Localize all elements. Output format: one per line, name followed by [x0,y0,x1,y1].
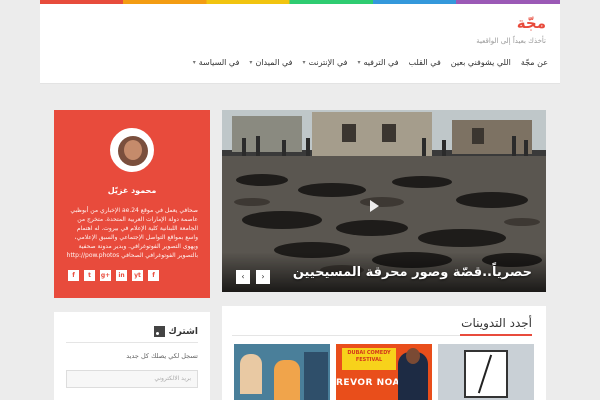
featured-slider[interactable]: حصرياً..قصّة وصور محرقة المسيحيين ‹ › [222,110,546,292]
slide-title[interactable]: حصرياً..قصّة وصور محرقة المسيحيين [293,265,532,280]
main-nav: في السياسة ▾ في الميدان ▾ في الإنترنت ▾ في … [193,58,548,67]
thumb-figure [304,352,328,400]
post-thumbnail[interactable]: DUBAI COMEDY FESTIVAL REVOR NOAH [336,344,432,400]
play-icon[interactable] [370,200,379,212]
thumb-figure [240,354,262,394]
chevron-down-icon: ▾ [357,59,361,66]
nav-label: اللي يشوفني بعين [450,58,511,67]
nav-label: في السياسة [198,58,240,67]
chevron-down-icon: ▾ [249,59,253,66]
site-container: مجّة تأخذك بعيداً إلى الواقعية في السياس… [40,0,560,400]
nav-item-eye[interactable]: اللي يشوفني بعين [451,58,511,67]
nav-item-about[interactable]: عن مجّة [521,58,548,67]
thumb-figure [406,348,420,364]
facebook-icon[interactable]: f [68,270,79,281]
section-title: أجدد التدوينات [461,316,532,330]
nav-label: في الترفيه [363,58,399,67]
google-plus-icon[interactable]: g+ [100,270,111,281]
linkedin-icon[interactable]: in [116,270,127,281]
author-name: محمود غزيّل [107,186,157,195]
avatar-face [124,140,142,160]
nav-label: في الميدان [255,58,293,67]
twitter-icon[interactable]: t [84,270,95,281]
social-links: f t g+ in yt f [68,270,159,281]
nav-label: في الإنترنت [308,58,348,67]
title-underline [460,334,532,336]
rss-icon [153,326,165,337]
facebook-icon[interactable]: f [148,270,159,281]
nav-item-heart[interactable]: في القلب [409,58,441,67]
thumb-banner: DUBAI COMEDY FESTIVAL [342,348,396,370]
site-header: مجّة تأخذك بعيداً إلى الواقعية في السياس… [40,4,560,84]
post-thumbnail[interactable] [438,344,534,400]
thumb-figure [274,360,300,400]
post-thumbnail[interactable] [234,344,330,400]
nav-label: عن مجّة [520,58,548,67]
divider [66,342,198,343]
email-field[interactable]: بريد الالكتروني [66,370,198,388]
site-logo[interactable]: مجّة [517,14,546,32]
latest-posts: أجدد التدوينات DUBAI COMEDY FESTIVAL REV… [222,306,546,400]
site-tagline: تأخذك بعيداً إلى الواقعية [476,37,546,45]
nav-item-politics[interactable]: في السياسة ▾ [193,58,240,67]
slider-next-button[interactable]: › [256,270,270,284]
avatar[interactable] [110,128,154,172]
chevron-down-icon: ▾ [302,59,306,66]
chevron-down-icon: ▾ [192,59,196,66]
subscribe-text: تسجل لكي يصلك كل جديد [126,352,198,360]
author-card: محمود غزيّل صحافي يعمل في موقع 24.ae الإ… [54,110,210,298]
nav-label: في القلب [408,58,441,67]
youtube-icon[interactable]: yt [132,270,143,281]
subscribe-heading: اشترك [153,326,198,337]
slider-prev-button[interactable]: ‹ [236,270,250,284]
subscribe-widget: اشترك تسجل لكي يصلك كل جديد بريد الالكتر… [54,312,210,400]
nav-item-entertainment[interactable]: في الترفيه ▾ [357,58,398,67]
nav-item-internet[interactable]: في الإنترنت ▾ [302,58,347,67]
nav-item-field[interactable]: في الميدان ▾ [249,58,292,67]
subscribe-title: اشترك [168,326,198,337]
author-bio: صحافي يعمل في موقع 24.ae الإخباري من أبو… [66,207,198,259]
